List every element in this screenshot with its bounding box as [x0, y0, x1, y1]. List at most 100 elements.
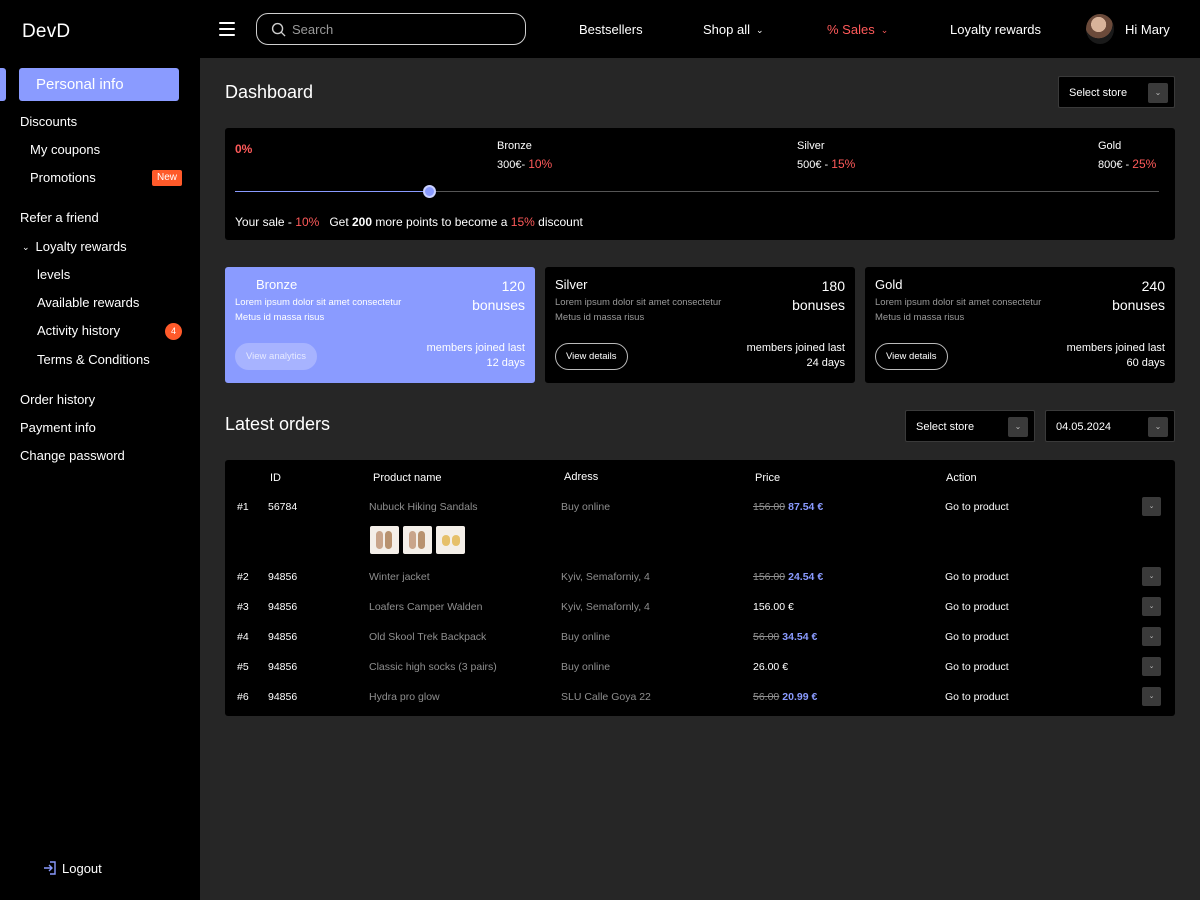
view-details-button[interactable]: View details [875, 343, 948, 370]
nav-bestsellers[interactable]: Bestsellers [579, 22, 643, 37]
order-price: 156.00 € [753, 601, 794, 613]
hamburger-menu-icon[interactable] [219, 22, 235, 36]
progress-fill [235, 191, 430, 192]
chevron-down-icon[interactable]: ⌄ [1142, 567, 1161, 586]
sidebar-item-change-password[interactable]: Change password [20, 448, 125, 463]
app-logo[interactable]: DevD [22, 21, 70, 43]
sidebar-item-discounts[interactable]: Discounts [20, 114, 77, 129]
meta-line: members joined last [746, 342, 845, 354]
chevron-down-icon: ⌄ [1008, 417, 1028, 437]
sale-value: 10% [295, 215, 320, 229]
order-id: 94856 [268, 601, 298, 613]
logout-label: Logout [62, 861, 102, 876]
sidebar-item-available-rewards[interactable]: Available rewards [37, 295, 139, 310]
old-price: 56.00 [753, 631, 780, 643]
order-address: Kyiv, Semafornly, 4 [561, 601, 650, 613]
meta-line: 12 days [486, 357, 525, 369]
new-price: 24.54 € [788, 571, 824, 583]
logout-icon [44, 861, 56, 875]
bonus-count: 120 [501, 278, 525, 294]
sidebar-item-refer-a-friend[interactable]: Refer a friend [20, 210, 99, 225]
order-address: Kyiv, Semaforniy, 4 [561, 571, 650, 583]
sidebar-item-promotions[interactable]: Promotions [30, 170, 96, 185]
sidebar-item-loyalty-rewards[interactable]: ⌄ Loyalty rewards [22, 239, 127, 254]
avatar[interactable] [1086, 14, 1114, 44]
go-to-product-link[interactable]: Go to product [945, 601, 1009, 613]
order-price: 156.00 87.54 € [753, 501, 823, 513]
table-row: #5 94856 Classic high socks (3 pairs) Bu… [225, 653, 1175, 683]
store-select-value: Select store [1069, 87, 1128, 99]
bonus-unit: bonuses [1112, 297, 1165, 313]
nav-shop-all[interactable]: Shop all ⌄ [703, 22, 764, 37]
progress-handle[interactable] [423, 185, 437, 198]
old-price: 156.00 [753, 571, 786, 583]
progress-start-label: 0% [235, 142, 253, 156]
view-analytics-button[interactable]: View analytics [235, 343, 318, 370]
nav-sales[interactable]: % Sales ⌄ [827, 22, 888, 37]
sidebar-item-my-coupons[interactable]: My coupons [30, 142, 100, 157]
activity-count-badge: 4 [165, 323, 182, 340]
store-select[interactable]: Select store ⌄ [1058, 76, 1175, 108]
search-box[interactable] [256, 13, 526, 45]
user-greeting[interactable]: Hi Mary [1125, 22, 1170, 37]
chevron-down-icon: ⌄ [1148, 417, 1168, 437]
go-to-product-link[interactable]: Go to product [945, 661, 1009, 673]
product-thumbnail[interactable] [370, 526, 399, 554]
sidebar-item-activity-history[interactable]: Activity history [37, 323, 120, 338]
view-details-button[interactable]: View details [555, 343, 628, 370]
orders-date-select[interactable]: 04.05.2024 ⌄ [1045, 410, 1175, 442]
tier-name: Gold [1098, 140, 1122, 152]
product-name: Loafers Camper Walden [369, 601, 483, 613]
orders-store-select[interactable]: Select store ⌄ [905, 410, 1035, 442]
go-to-product-link[interactable]: Go to product [945, 571, 1009, 583]
chevron-down-icon[interactable]: ⌄ [1142, 627, 1161, 646]
row-number: #4 [237, 631, 249, 643]
chevron-down-icon[interactable]: ⌄ [1142, 497, 1161, 516]
chevron-down-icon: ⌄ [1148, 83, 1168, 103]
tier-silver: Silver 500€ - 15% [797, 140, 855, 171]
logout-button[interactable]: Logout [43, 861, 102, 876]
chevron-down-icon[interactable]: ⌄ [1142, 597, 1161, 616]
sidebar: Personal info Discounts My coupons Promo… [0, 58, 200, 900]
sidebar-item-payment-info[interactable]: Payment info [20, 420, 96, 435]
bonus-card-desc-line: Metus id massa risus [555, 312, 645, 323]
product-thumbnail[interactable] [436, 526, 465, 554]
go-to-product-link[interactable]: Go to product [945, 691, 1009, 703]
meta-line: members joined last [1066, 342, 1165, 354]
sidebar-item-order-history[interactable]: Order history [20, 392, 95, 407]
column-header-action: Action [946, 472, 977, 484]
tier-percent: 10% [528, 157, 553, 171]
search-icon [271, 22, 286, 37]
chevron-down-icon[interactable]: ⌄ [1142, 687, 1161, 706]
sidebar-item-levels[interactable]: levels [37, 267, 70, 282]
sidebar-item-personal-info[interactable]: Personal info [19, 68, 179, 101]
new-price: 34.54 € [782, 631, 818, 643]
bonus-count: 180 [821, 278, 845, 294]
row-number: #5 [237, 661, 249, 673]
bonus-card-count: 120 bonuses [472, 277, 525, 315]
order-address: SLU Calle Goya 22 [561, 691, 651, 703]
get-prefix: Get [329, 215, 352, 229]
product-name: Old Skool Trek Backpack [369, 631, 487, 643]
discount-value: 15% [510, 215, 535, 229]
progress-track [235, 185, 1159, 198]
orders-table: ID Product name Adress Price Action #1 5… [225, 460, 1175, 716]
search-input[interactable] [292, 20, 512, 38]
nav-loyalty-rewards[interactable]: Loyalty rewards [950, 22, 1041, 37]
bonus-card-title: Silver [555, 277, 588, 292]
chevron-down-icon: ⌄ [880, 25, 889, 35]
sidebar-item-terms[interactable]: Terms & Conditions [37, 352, 150, 367]
bonus-card-meta: members joined last 24 days [747, 341, 845, 371]
go-to-product-link[interactable]: Go to product [945, 631, 1009, 643]
product-thumbnail[interactable] [403, 526, 432, 554]
go-to-product-link[interactable]: Go to product [945, 501, 1009, 513]
bonus-card-desc-line: Lorem ipsum dolor sit amet consectetur [235, 297, 402, 308]
column-header-price: Price [755, 472, 781, 484]
active-indicator [0, 68, 6, 101]
latest-orders-title: Latest orders [225, 414, 331, 434]
tier-percent: 15% [831, 157, 856, 171]
get-suffix: discount [534, 215, 583, 229]
bonus-count: 240 [1141, 278, 1165, 294]
tier-bronze: Bronze 300€- 10% [497, 140, 552, 171]
chevron-down-icon[interactable]: ⌄ [1142, 657, 1161, 676]
